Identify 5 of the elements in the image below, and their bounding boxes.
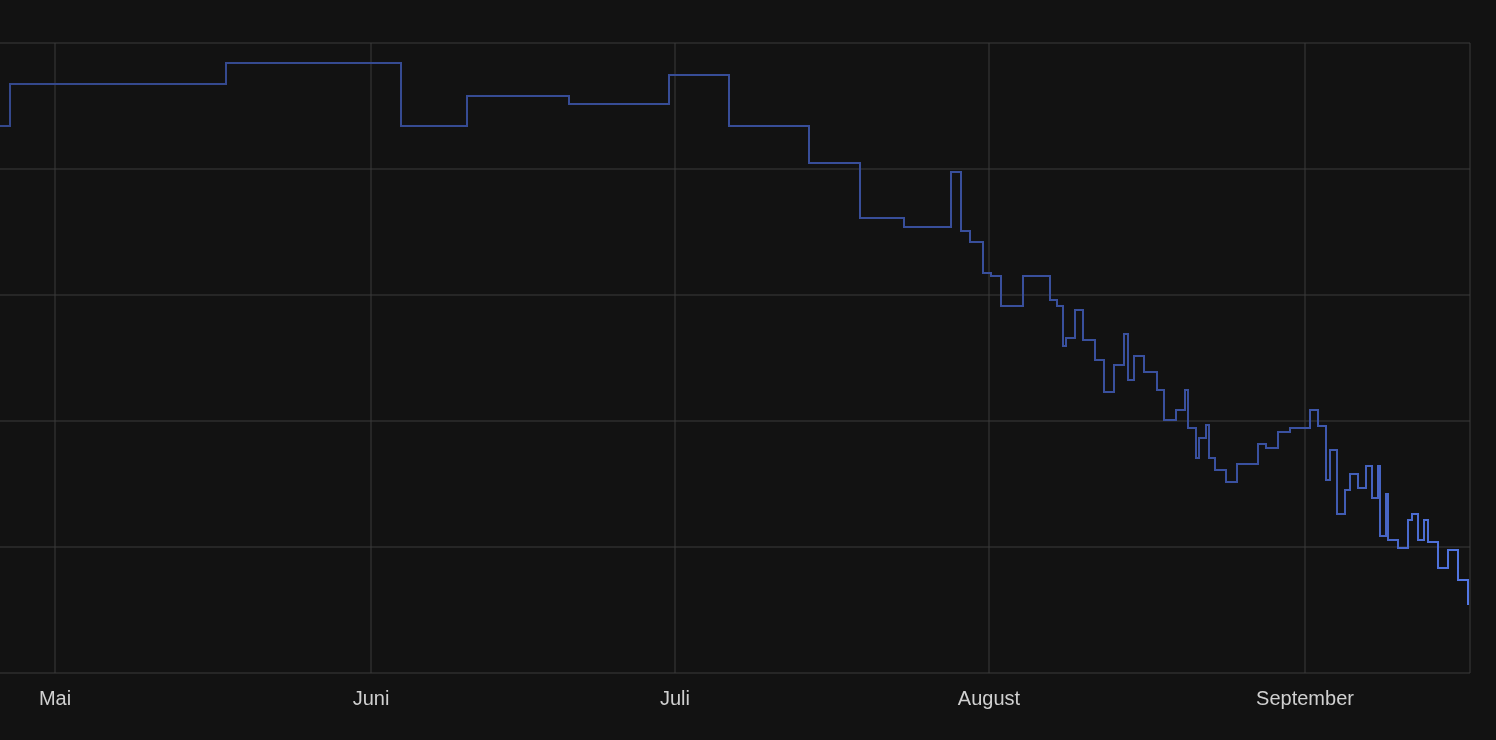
month-label: September (1256, 687, 1354, 709)
month-label: August (957, 687, 1021, 709)
month-label: Juni (352, 687, 390, 709)
month-label: Juli (660, 687, 690, 709)
month-label: Mai (38, 687, 72, 709)
